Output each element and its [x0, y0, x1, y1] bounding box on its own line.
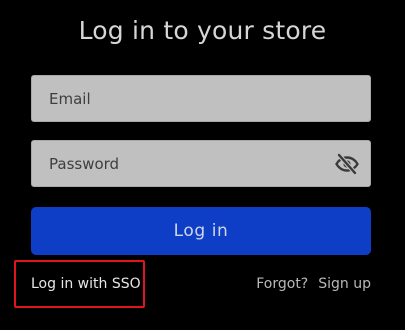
email-input[interactable]: [32, 76, 370, 121]
signup-link[interactable]: Sign up: [318, 276, 371, 292]
password-field[interactable]: [31, 140, 371, 187]
eye-slash-icon[interactable]: [335, 152, 359, 176]
page-title: Log in to your store: [78, 16, 327, 45]
login-page: Log in to your store Log in Log in with …: [0, 0, 405, 330]
login-button[interactable]: Log in: [31, 207, 371, 255]
forgot-link[interactable]: Forgot?: [256, 276, 308, 292]
email-field[interactable]: [31, 75, 371, 122]
sso-login-link[interactable]: Log in with SSO: [31, 276, 141, 292]
secondary-links: Forgot? Sign up: [256, 276, 371, 292]
password-input[interactable]: [32, 141, 370, 186]
